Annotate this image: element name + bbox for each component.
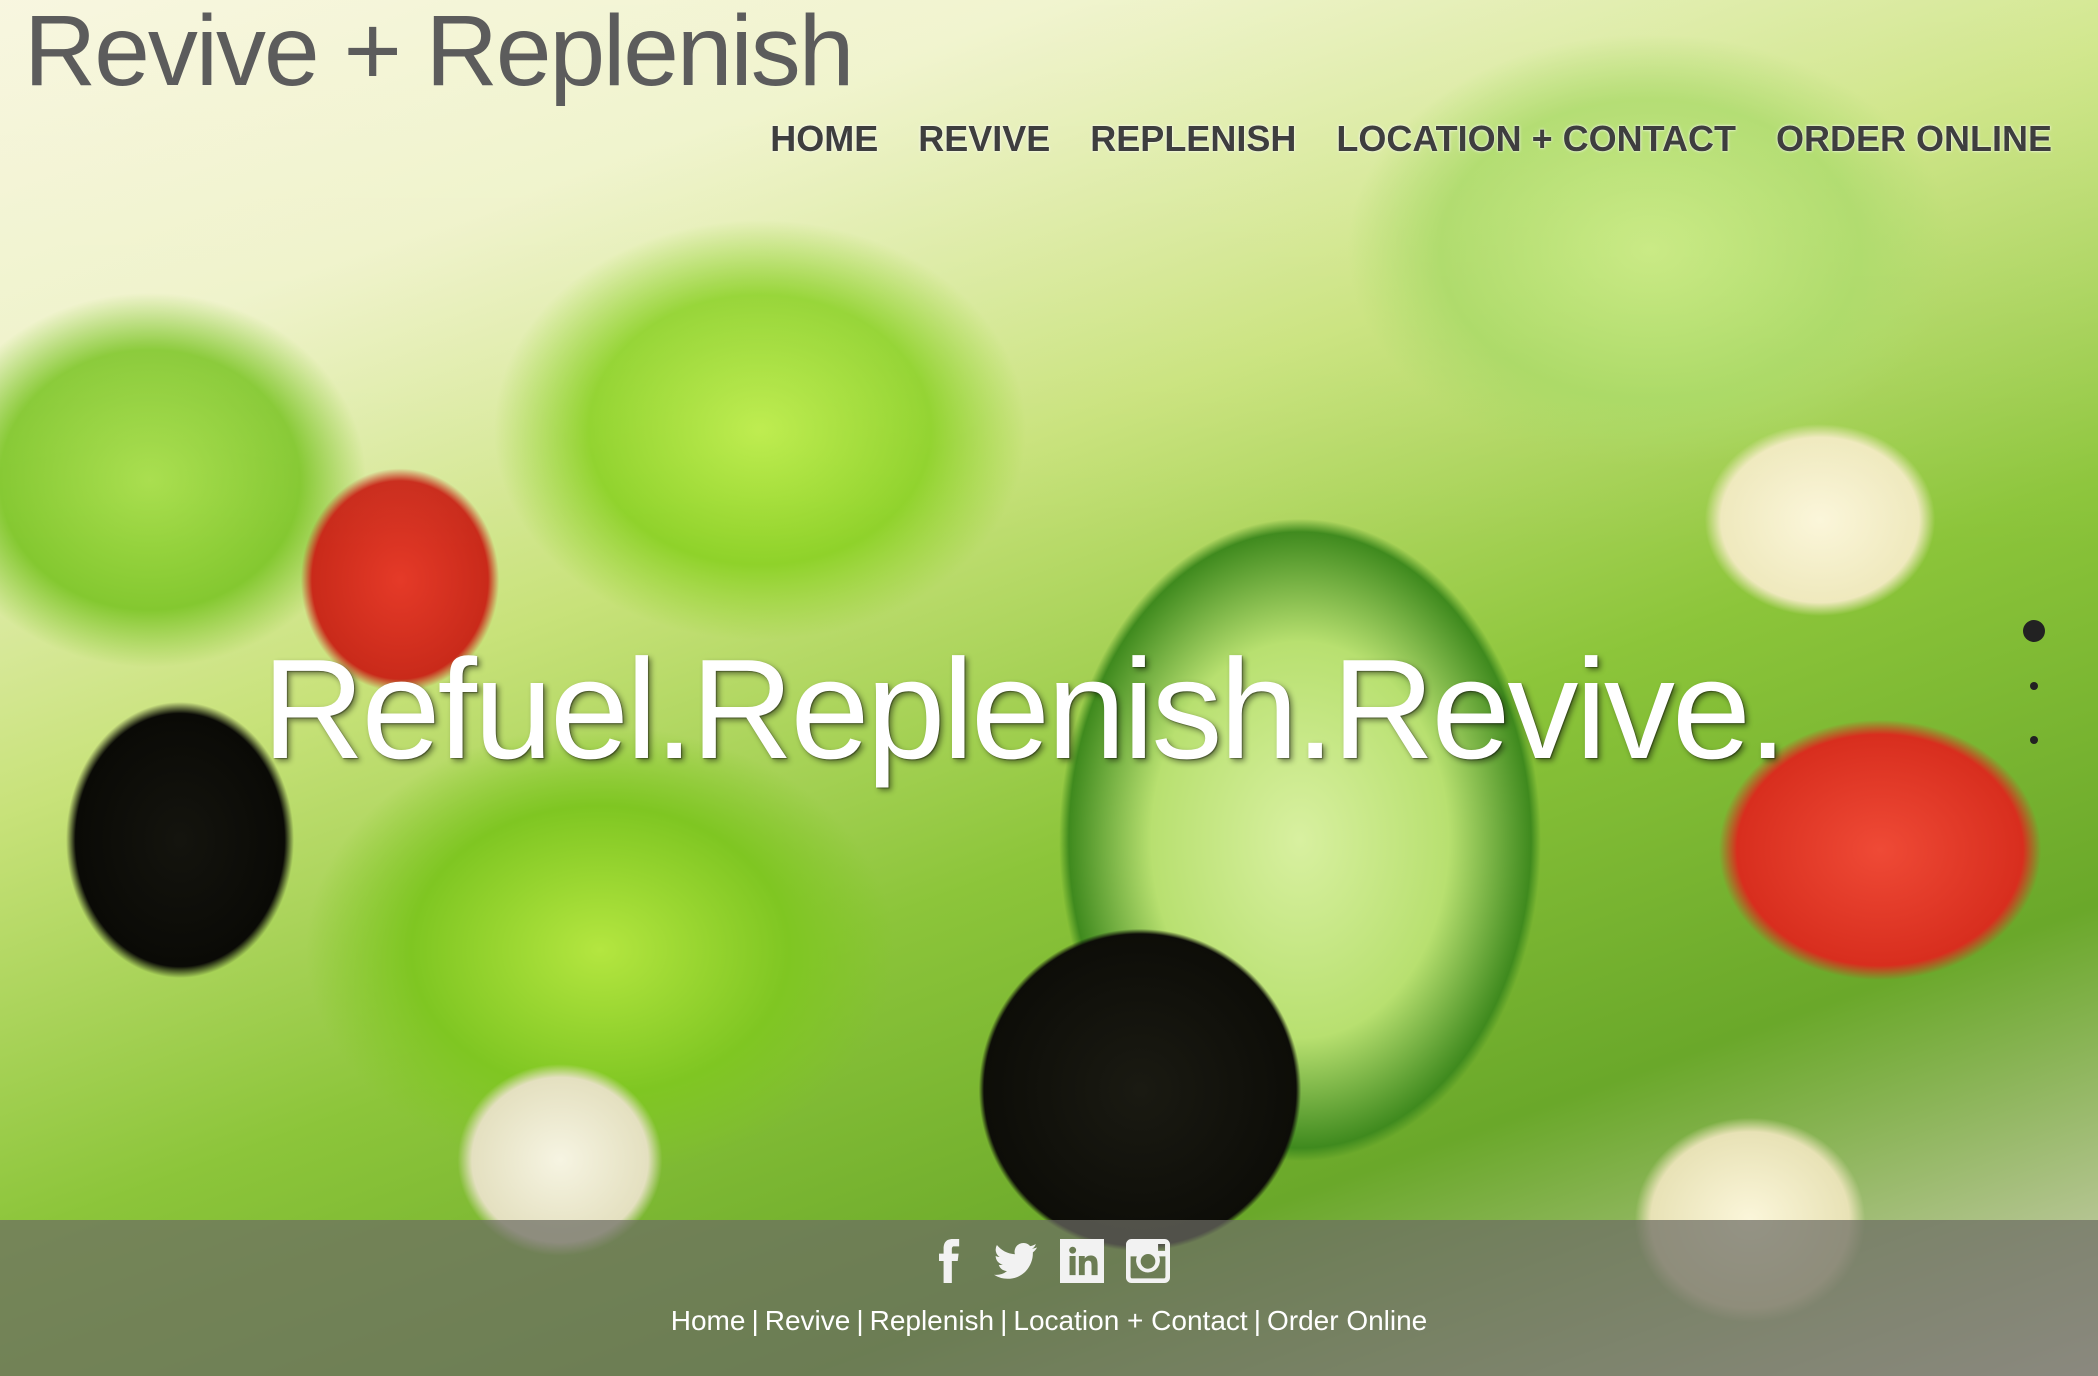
footer-link-location-contact[interactable]: Location + Contact <box>1013 1305 1247 1336</box>
hero-headline: Refuel.Replenish.Revive. <box>262 630 1787 789</box>
footer-link-order-online[interactable]: Order Online <box>1267 1305 1427 1336</box>
slide-dot-1-active[interactable] <box>2023 620 2045 642</box>
site-logo[interactable]: Revive + Replenish <box>24 0 854 109</box>
nav-item-replenish[interactable]: REPLENISH <box>1090 118 1296 160</box>
footer-link-revive[interactable]: Revive <box>765 1305 851 1336</box>
footer-link-replenish[interactable]: Replenish <box>870 1305 995 1336</box>
nav-item-location-contact[interactable]: LOCATION + CONTACT <box>1336 118 1736 160</box>
twitter-icon[interactable] <box>993 1238 1039 1284</box>
slide-dot-2[interactable] <box>2030 682 2038 690</box>
footer-links: Home | Revive | Replenish | Location + Contact… <box>0 1305 2098 1337</box>
footer-separator: | <box>1253 1305 1261 1336</box>
slide-dot-3[interactable] <box>2030 736 2038 744</box>
footer-bar: Home | Revive | Replenish | Location + Contact… <box>0 1220 2098 1376</box>
footer-separator: | <box>1000 1305 1008 1336</box>
linkedin-icon[interactable] <box>1059 1238 1105 1284</box>
footer-separator: | <box>856 1305 864 1336</box>
slider-pagination <box>2022 620 2046 750</box>
nav-item-home[interactable]: HOME <box>770 118 878 160</box>
main-nav: HOME REVIVE REPLENISH LOCATION + CONTACT… <box>770 118 2052 160</box>
nav-item-revive[interactable]: REVIVE <box>918 118 1050 160</box>
social-links <box>0 1238 2098 1284</box>
facebook-icon[interactable] <box>927 1238 973 1284</box>
nav-item-order-online[interactable]: ORDER ONLINE <box>1776 118 2052 160</box>
instagram-icon[interactable] <box>1125 1238 1171 1284</box>
page: Revive + Replenish HOME REVIVE REPLENISH… <box>0 0 2098 1376</box>
footer-link-home[interactable]: Home <box>671 1305 746 1336</box>
footer-separator: | <box>751 1305 759 1336</box>
